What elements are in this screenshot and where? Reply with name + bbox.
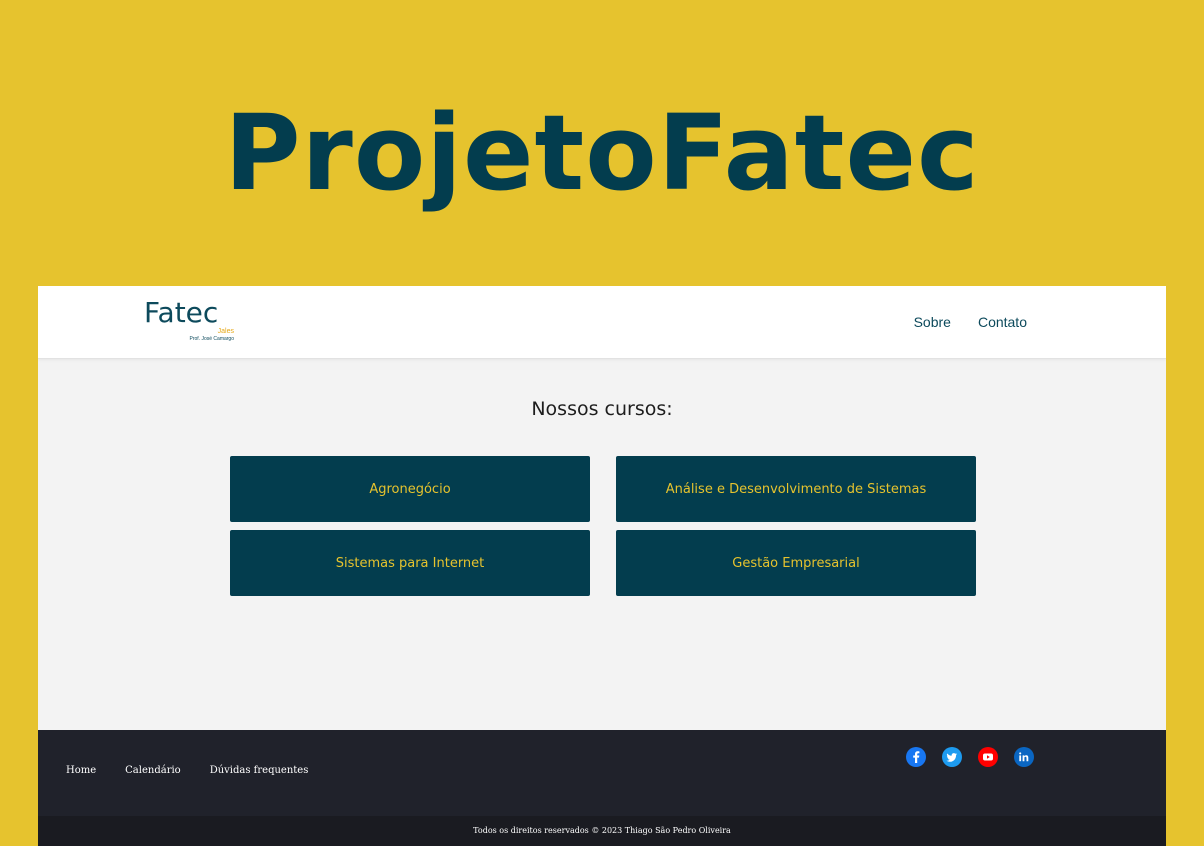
copyright-text: Todos os direitos reservados © 2023 Thia… <box>473 826 731 835</box>
facebook-icon[interactable] <box>906 747 926 767</box>
logo-text: Fatec <box>144 296 219 329</box>
course-button-ads[interactable]: Análise e Desenvolvimento de Sistemas <box>616 456 976 522</box>
course-grid: Agronegócio Análise e Desenvolvimento de… <box>230 456 976 596</box>
nav-links: Sobre Contato <box>914 312 1027 332</box>
footer-link-calendario[interactable]: Calendário <box>125 764 181 778</box>
navbar: Fatec Jales Prof. José Camargo Sobre Con… <box>38 286 1166 359</box>
footer-links: Home Calendário Dúvidas frequentes <box>66 764 308 778</box>
course-button-agronegocio[interactable]: Agronegócio <box>230 456 590 522</box>
footer-bottom: Todos os direitos reservados © 2023 Thia… <box>38 816 1166 846</box>
linkedin-icon[interactable] <box>1014 747 1034 767</box>
course-button-sistemas-internet[interactable]: Sistemas para Internet <box>230 530 590 596</box>
banner-title: ProjetoFatec <box>224 92 980 214</box>
social-links <box>906 747 1034 767</box>
footer-link-duvidas[interactable]: Dúvidas frequentes <box>210 764 309 778</box>
footer-link-home[interactable]: Home <box>66 764 96 778</box>
website-screenshot: Fatec Jales Prof. José Camargo Sobre Con… <box>38 286 1166 846</box>
nav-link-contato[interactable]: Contato <box>978 312 1027 332</box>
fatec-logo[interactable]: Fatec Jales Prof. José Camargo <box>144 296 234 348</box>
nav-link-sobre[interactable]: Sobre <box>914 312 951 332</box>
logo-subtext: Jales <box>217 328 234 335</box>
twitter-icon[interactable] <box>942 747 962 767</box>
footer: Home Calendário Dúvidas frequentes <box>38 730 1166 816</box>
logo-tagline: Prof. José Camargo <box>189 336 234 342</box>
course-button-gestao-empresarial[interactable]: Gestão Empresarial <box>616 530 976 596</box>
youtube-icon[interactable] <box>978 747 998 767</box>
courses-heading: Nossos cursos: <box>531 398 673 420</box>
